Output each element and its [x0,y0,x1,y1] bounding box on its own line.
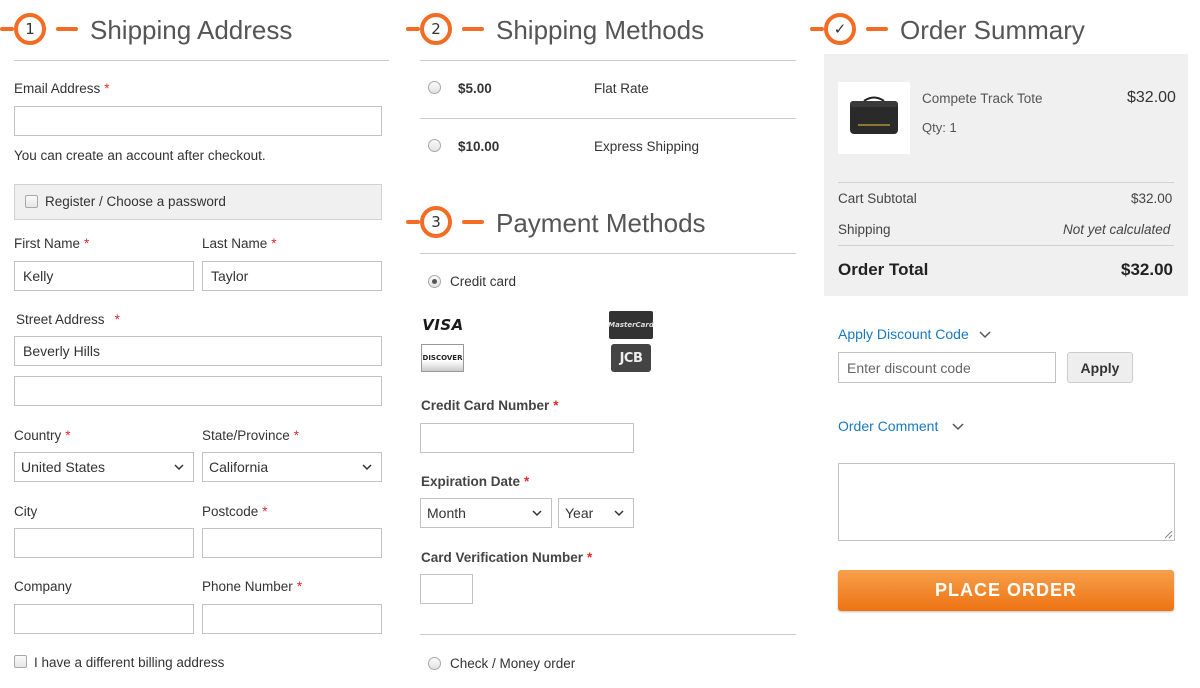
order-summary-title: Order Summary [900,15,1085,45]
divider [14,60,389,61]
last-name-field[interactable]: Taylor [202,261,382,291]
first-name-label: First Name * [14,236,90,251]
shipping-methods-header: 2 Shipping Methods [406,8,802,48]
check-icon: ✓ [824,13,856,45]
shipping-option-name: Flat Rate [594,81,649,96]
divider [838,245,1174,246]
subtotal-value: $32.00 [1131,191,1173,206]
product-thumbnail [838,82,910,154]
discount-code-input[interactable]: Enter discount code [838,352,1056,383]
discount-placeholder: Enter discount code [847,359,971,376]
expiration-label: Expiration Date * [421,474,530,489]
email-label: Email Address * [14,81,110,96]
product-qty: Qty: 1 [922,120,957,135]
state-label: State/Province * [202,428,300,443]
first-name-field[interactable]: Kelly [14,261,194,291]
shipping-option-price: $10.00 [458,139,500,154]
visa-logo: VISA [422,316,464,334]
payment-methods-title: Payment Methods [496,208,706,238]
postcode-label: Postcode * [202,504,268,519]
step-1-badge: 1 [14,13,46,45]
order-total-value: $32.00 [1121,260,1173,279]
chevron-down-icon [532,510,542,517]
company-label: Company [14,579,72,594]
card-number-label: Credit Card Number * [421,398,559,413]
order-summary-header: ✓ Order Summary [810,8,1200,48]
company-field[interactable] [14,604,194,634]
order-comment-textarea[interactable] [838,463,1175,541]
register-box: Register / Choose a password [14,184,382,220]
postcode-field[interactable] [202,528,382,558]
chevron-down-icon [614,510,624,517]
order-total-label: Order Total [838,260,929,279]
check-money-radio[interactable] [428,657,441,670]
chevron-down-icon [952,423,964,431]
shipping-option-price: $5.00 [458,81,492,96]
phone-field[interactable] [202,604,382,634]
chevron-down-icon [362,464,372,471]
divider [420,60,796,61]
shipping-address-title: Shipping Address [90,15,293,45]
step-2-badge: 2 [420,13,452,45]
divider [838,182,1174,183]
street-line1-field[interactable]: Beverly Hills [14,336,382,366]
phone-label: Phone Number * [202,579,303,594]
card-number-field[interactable] [420,423,634,453]
cvv-field[interactable] [420,574,473,604]
credit-card-label[interactable]: Credit card [450,274,516,289]
divider [420,253,796,254]
discount-toggle[interactable]: Apply Discount Code [838,325,998,345]
shipping-address-header: 1 Shipping Address [0,8,400,48]
city-field[interactable] [14,528,194,558]
shipping-label: Shipping [838,222,891,237]
email-field[interactable] [14,106,382,136]
shipping-methods-title: Shipping Methods [496,15,705,45]
street-line2-field[interactable] [14,376,382,406]
country-label: Country * [14,428,71,443]
register-label[interactable]: Register / Choose a password [45,194,226,209]
payment-methods-header: 3 Payment Methods [406,201,802,241]
product-name: Compete Track Tote [922,91,1043,106]
jcb-logo: JCB [611,344,651,372]
apply-discount-button[interactable]: Apply [1067,352,1133,383]
order-comment-link[interactable]: Order Comment [838,418,938,434]
shipping-option-name: Express Shipping [594,139,700,154]
expiration-year-select[interactable]: Year [558,498,634,528]
billing-label[interactable]: I have a different billing address [34,655,224,670]
country-select[interactable]: United States [14,452,194,482]
state-select[interactable]: California [202,452,382,482]
billing-checkbox[interactable] [14,655,27,668]
state-value: California [209,459,269,475]
divider [420,118,796,119]
cvv-label: Card Verification Number * [421,550,593,565]
month-value: Month [427,505,466,521]
street-label: Street Address * [16,312,120,327]
comment-toggle[interactable]: Order Comment [838,417,978,437]
shipping-option-radio[interactable] [428,139,441,152]
expiration-month-select[interactable]: Month [420,498,552,528]
account-note: You can create an account after checkout… [14,148,266,163]
place-order-button[interactable]: PLACE ORDER [838,570,1174,611]
resize-handle-icon[interactable] [1163,529,1173,539]
register-checkbox[interactable] [25,195,38,208]
product-price: $32.00 [1127,89,1176,106]
check-money-label[interactable]: Check / Money order [450,656,575,671]
chevron-down-icon [174,464,184,471]
subtotal-label: Cart Subtotal [838,191,917,206]
divider [420,634,796,635]
year-value: Year [565,505,594,521]
discover-logo: DISCOVER [421,344,464,372]
chevron-down-icon [979,331,991,339]
credit-card-radio[interactable] [428,275,441,288]
discount-link[interactable]: Apply Discount Code [838,326,969,342]
mastercard-logo: MasterCard [608,311,654,339]
step-3-badge: 3 [420,206,452,238]
last-name-label: Last Name * [202,236,277,251]
shipping-value: Not yet calculated [1063,222,1171,237]
tote-bag-icon [850,96,898,134]
city-label: City [14,504,38,519]
country-value: United States [21,459,106,475]
shipping-option-radio[interactable] [428,81,441,94]
